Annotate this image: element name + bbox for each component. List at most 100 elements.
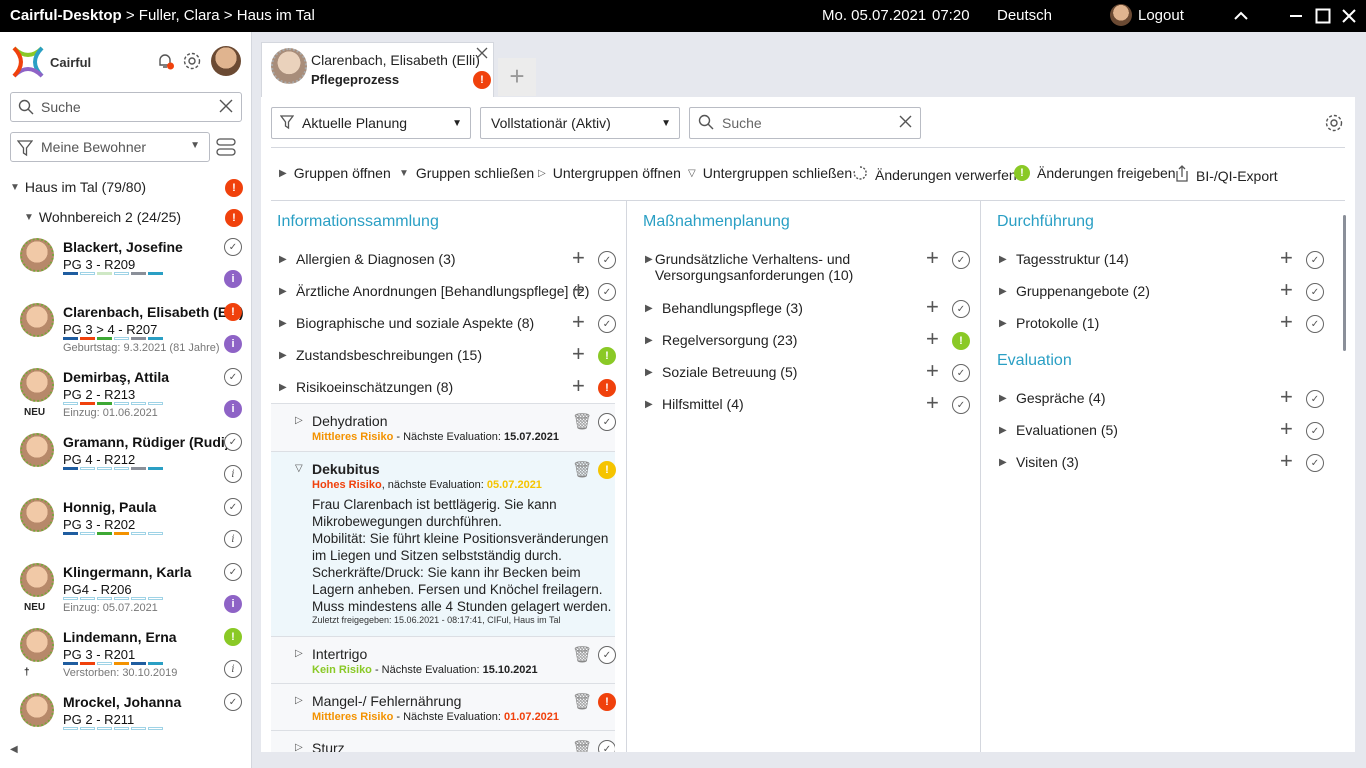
user-avatar[interactable] <box>211 46 241 76</box>
check-icon[interactable]: ✓ <box>1306 390 1324 408</box>
group-row[interactable]: ▶ Protokolle (1) <box>999 315 1099 331</box>
risk-item-dehydration[interactable]: ▷ Dehydration Mittleres Risiko - Nächste… <box>271 403 616 451</box>
resident-item[interactable]: Blackert, Josefine PG 3 - R209 ✓ i <box>0 232 250 297</box>
resident-item[interactable]: Mrockel, Johanna PG 2 - R211 ✓ <box>0 687 250 752</box>
search-input[interactable]: Suche <box>10 92 242 122</box>
group-row[interactable]: ▶ Tagesstruktur (14) <box>999 251 1129 267</box>
add-icon[interactable]: + <box>572 311 585 333</box>
resident-item[interactable]: Honnig, Paula PG 3 - R202 ✓ i <box>0 492 250 557</box>
risk-item-intertrigo[interactable]: ▷ Intertrigo Kein Risiko - Nächste Evalu… <box>271 636 616 683</box>
planning-select[interactable]: Aktuelle Planung ▼ <box>271 107 471 139</box>
check-icon[interactable]: ✓ <box>1306 315 1324 333</box>
trash-icon[interactable]: 🗑 <box>572 739 592 752</box>
info-icon[interactable]: i <box>224 660 242 678</box>
group-row[interactable]: ▶ Visiten (3) <box>999 454 1079 470</box>
add-icon[interactable]: + <box>926 392 939 414</box>
open-subgroups-button[interactable]: ▷ Untergruppen öffnen <box>538 165 681 181</box>
clear-icon[interactable] <box>899 115 912 131</box>
group-row[interactable]: ▶ Zustandsbeschreibungen (15) <box>279 347 482 363</box>
trash-icon[interactable]: 🗑 <box>572 412 592 432</box>
check-icon[interactable]: ✓ <box>952 396 970 414</box>
check-icon[interactable]: ✓ <box>952 300 970 318</box>
add-tab-button[interactable]: + <box>498 58 536 96</box>
tree-group-wohnbereich[interactable]: ▼ Wohnbereich 2 (24/25) <box>24 209 181 225</box>
info-badge[interactable]: i <box>224 270 242 288</box>
check-icon[interactable]: ✓ <box>598 251 616 269</box>
trash-icon[interactable]: 🗑 <box>572 645 592 665</box>
check-icon[interactable]: ✓ <box>598 740 615 752</box>
add-icon[interactable]: + <box>1280 450 1293 472</box>
check-icon[interactable]: ✓ <box>224 563 242 581</box>
check-icon[interactable]: ✓ <box>952 364 970 382</box>
add-icon[interactable]: + <box>572 279 585 301</box>
clear-icon[interactable] <box>219 99 233 116</box>
close-groups-button[interactable]: ▼ Gruppen schließen <box>399 165 534 181</box>
group-row[interactable]: ▶ Regelversorgung (23) <box>645 332 885 348</box>
status-select[interactable]: Vollstationär (Aktiv) ▼ <box>480 107 680 139</box>
info-icon[interactable]: i <box>224 465 242 483</box>
check-icon[interactable]: ✓ <box>224 433 242 451</box>
check-icon[interactable]: ✓ <box>598 646 616 664</box>
resident-item[interactable]: Klingermann, Karla PG4 - R206 Einzug: 05… <box>0 557 250 622</box>
close-subgroups-button[interactable]: ▽ Untergruppen schließen <box>688 165 852 181</box>
resident-item[interactable]: Demirbaş, Attila PG 2 - R213 Einzug: 01.… <box>0 362 250 427</box>
group-row[interactable]: ▶ Grundsätzliche Verhaltens- und Versorgu… <box>645 251 885 283</box>
resident-filter-select[interactable]: Meine Bewohner ▼ <box>10 132 210 162</box>
group-row[interactable]: ▶ Ärztliche Anordnungen [Behandlungspfleg… <box>279 283 589 299</box>
group-row[interactable]: ▶ Allergien & Diagnosen (3) <box>279 251 456 267</box>
info-badge[interactable]: i <box>224 335 242 353</box>
add-icon[interactable]: + <box>1280 386 1293 408</box>
resident-item[interactable]: Clarenbach, Elisabeth (Elli) PG 3 > 4 - … <box>0 297 250 362</box>
close-icon[interactable] <box>1339 6 1359 26</box>
add-icon[interactable]: + <box>572 247 585 269</box>
add-icon[interactable]: + <box>926 360 939 382</box>
minimize-icon[interactable] <box>1286 6 1306 26</box>
check-icon[interactable]: ✓ <box>598 283 616 301</box>
scrollbar[interactable] <box>1343 215 1346 351</box>
risk-item-mangelernaehrung[interactable]: ▷ Mangel-/ Fehlernährung Mittleres Risik… <box>271 683 616 730</box>
group-row[interactable]: ▶ Gruppenangebote (2) <box>999 283 1150 299</box>
check-icon[interactable]: ✓ <box>224 498 242 516</box>
group-row[interactable]: ▶ Behandlungspflege (3) <box>645 300 885 316</box>
risk-item-dekubitus[interactable]: ▽ Dekubitus Hohes Risiko, nächste Evalua… <box>271 451 616 636</box>
add-icon[interactable]: + <box>1280 247 1293 269</box>
release-changes-button[interactable]: ! Änderungen freigeben <box>1014 165 1176 181</box>
toggle-view-icon[interactable] <box>216 136 236 161</box>
language-selector[interactable]: Deutsch <box>997 7 1052 24</box>
export-button[interactable]: BI-/QI-Export <box>1175 165 1278 186</box>
resident-item[interactable]: Gramann, Rüdiger (Rudi) PG 4 - R212 ✓ i <box>0 427 250 492</box>
group-row[interactable]: ▶ Gespräche (4) <box>999 390 1105 406</box>
trash-icon[interactable]: 🗑 <box>572 692 592 712</box>
bell-icon[interactable] <box>155 51 175 74</box>
group-row[interactable]: ▶ Hilfsmittel (4) <box>645 396 885 412</box>
check-icon[interactable]: ✓ <box>1306 283 1324 301</box>
collapse-icon[interactable] <box>1231 6 1251 26</box>
tab-pflegeprozess[interactable]: Clarenbach, Elisabeth (Elli) Pflegeproze… <box>261 42 494 98</box>
check-icon[interactable]: ✓ <box>952 251 970 269</box>
check-icon[interactable]: ✓ <box>1306 251 1324 269</box>
resident-item[interactable]: Lindemann, Erna PG 3 - R201 Verstorben: … <box>0 622 250 687</box>
group-row[interactable]: ▶ Soziale Betreuung (5) <box>645 364 885 380</box>
add-icon[interactable]: + <box>926 296 939 318</box>
add-icon[interactable]: + <box>926 247 939 269</box>
check-icon[interactable]: ✓ <box>598 315 616 333</box>
settings-gear-icon[interactable] <box>1324 113 1344 136</box>
add-icon[interactable]: + <box>572 343 585 365</box>
info-badge[interactable]: i <box>224 400 242 418</box>
check-icon[interactable]: ✓ <box>224 238 242 256</box>
trash-icon[interactable]: 🗑 <box>572 460 592 480</box>
check-icon[interactable]: ✓ <box>1306 454 1324 472</box>
discard-changes-button[interactable]: Änderungen verwerfen <box>852 165 1017 184</box>
main-search-input[interactable]: Suche <box>689 107 921 139</box>
check-icon[interactable]: ✓ <box>1306 422 1324 440</box>
logout-button[interactable]: Logout <box>1138 7 1184 24</box>
close-tab-icon[interactable] <box>476 47 488 62</box>
info-icon[interactable]: i <box>224 530 242 548</box>
add-icon[interactable]: + <box>1280 279 1293 301</box>
group-row[interactable]: ▶ Risikoeinschätzungen (8) <box>279 379 453 395</box>
group-row[interactable]: ▶ Biographische und soziale Aspekte (8) <box>279 315 534 331</box>
gear-icon[interactable] <box>182 51 202 74</box>
risk-item-sturz[interactable]: ▷ Sturz 🗑 ✓ <box>271 730 615 752</box>
add-icon[interactable]: + <box>1280 418 1293 440</box>
tree-group-haus-im-tal[interactable]: ▼ Haus im Tal (79/80) <box>10 179 146 195</box>
